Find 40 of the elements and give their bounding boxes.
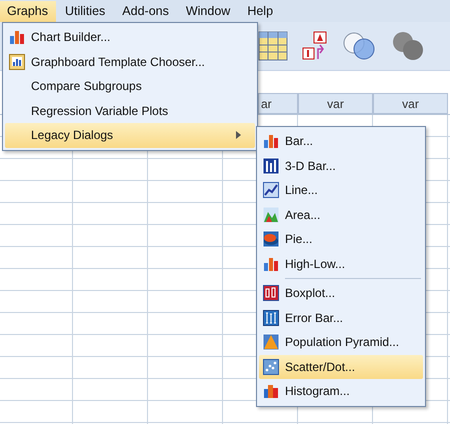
menu-item[interactable]: Compare Subgroups bbox=[5, 74, 255, 98]
line-chart-icon bbox=[263, 182, 279, 198]
bar-chart-icon bbox=[263, 256, 279, 272]
column-header: var bbox=[373, 93, 448, 114]
chart-window-icon bbox=[9, 54, 25, 70]
column-header: ar bbox=[258, 93, 298, 114]
menu-bar-item[interactable]: Graphs bbox=[0, 0, 56, 22]
menu-item[interactable]: Boxplot... bbox=[259, 281, 423, 306]
menu-item[interactable]: Graphboard Template Chooser... bbox=[5, 50, 255, 74]
menu-item[interactable]: Pie... bbox=[259, 227, 423, 252]
menu-item[interactable]: Chart Builder... bbox=[5, 25, 255, 50]
menu-item[interactable]: Histogram... bbox=[259, 379, 423, 404]
menu-item[interactable]: Error Bar... bbox=[259, 306, 423, 330]
menu-item[interactable]: Regression Variable Plots bbox=[5, 98, 255, 123]
table-icon[interactable] bbox=[258, 31, 288, 61]
menu-item[interactable]: Bar... bbox=[259, 129, 423, 154]
column-header: var bbox=[298, 93, 373, 114]
boxplot-icon bbox=[263, 285, 279, 302]
scatter-plot-icon bbox=[263, 358, 279, 375]
menu-item[interactable]: Line... bbox=[259, 178, 423, 202]
pie-chart-icon bbox=[263, 231, 279, 248]
menu-bar-item[interactable]: Add-ons bbox=[115, 0, 177, 22]
error-bar-icon bbox=[263, 310, 279, 326]
menu-item[interactable]: 3-D Bar... bbox=[259, 154, 423, 178]
menu-item[interactable]: Population Pyramid... bbox=[259, 330, 423, 354]
menu-bar-item[interactable]: Utilities bbox=[58, 0, 114, 22]
menu-item[interactable]: High-Low... bbox=[259, 252, 423, 276]
histogram-icon bbox=[263, 383, 279, 400]
menu-item[interactable]: Area... bbox=[259, 202, 423, 227]
bar-chart-icon bbox=[9, 29, 25, 46]
shaded-circles-icon[interactable] bbox=[392, 31, 424, 61]
menu-item[interactable]: Scatter/Dot... bbox=[259, 354, 423, 379]
bar-chart-icon bbox=[263, 133, 279, 150]
pyramid-icon bbox=[263, 334, 279, 350]
menu-bar-item[interactable]: Window bbox=[178, 0, 238, 22]
value-labels-icon[interactable] bbox=[302, 31, 328, 61]
area-chart-icon bbox=[263, 206, 279, 223]
bar-chart-icon bbox=[263, 158, 279, 174]
menu-item[interactable]: Legacy Dialogs bbox=[5, 123, 255, 148]
menu-bar-item[interactable]: Help bbox=[240, 0, 282, 22]
